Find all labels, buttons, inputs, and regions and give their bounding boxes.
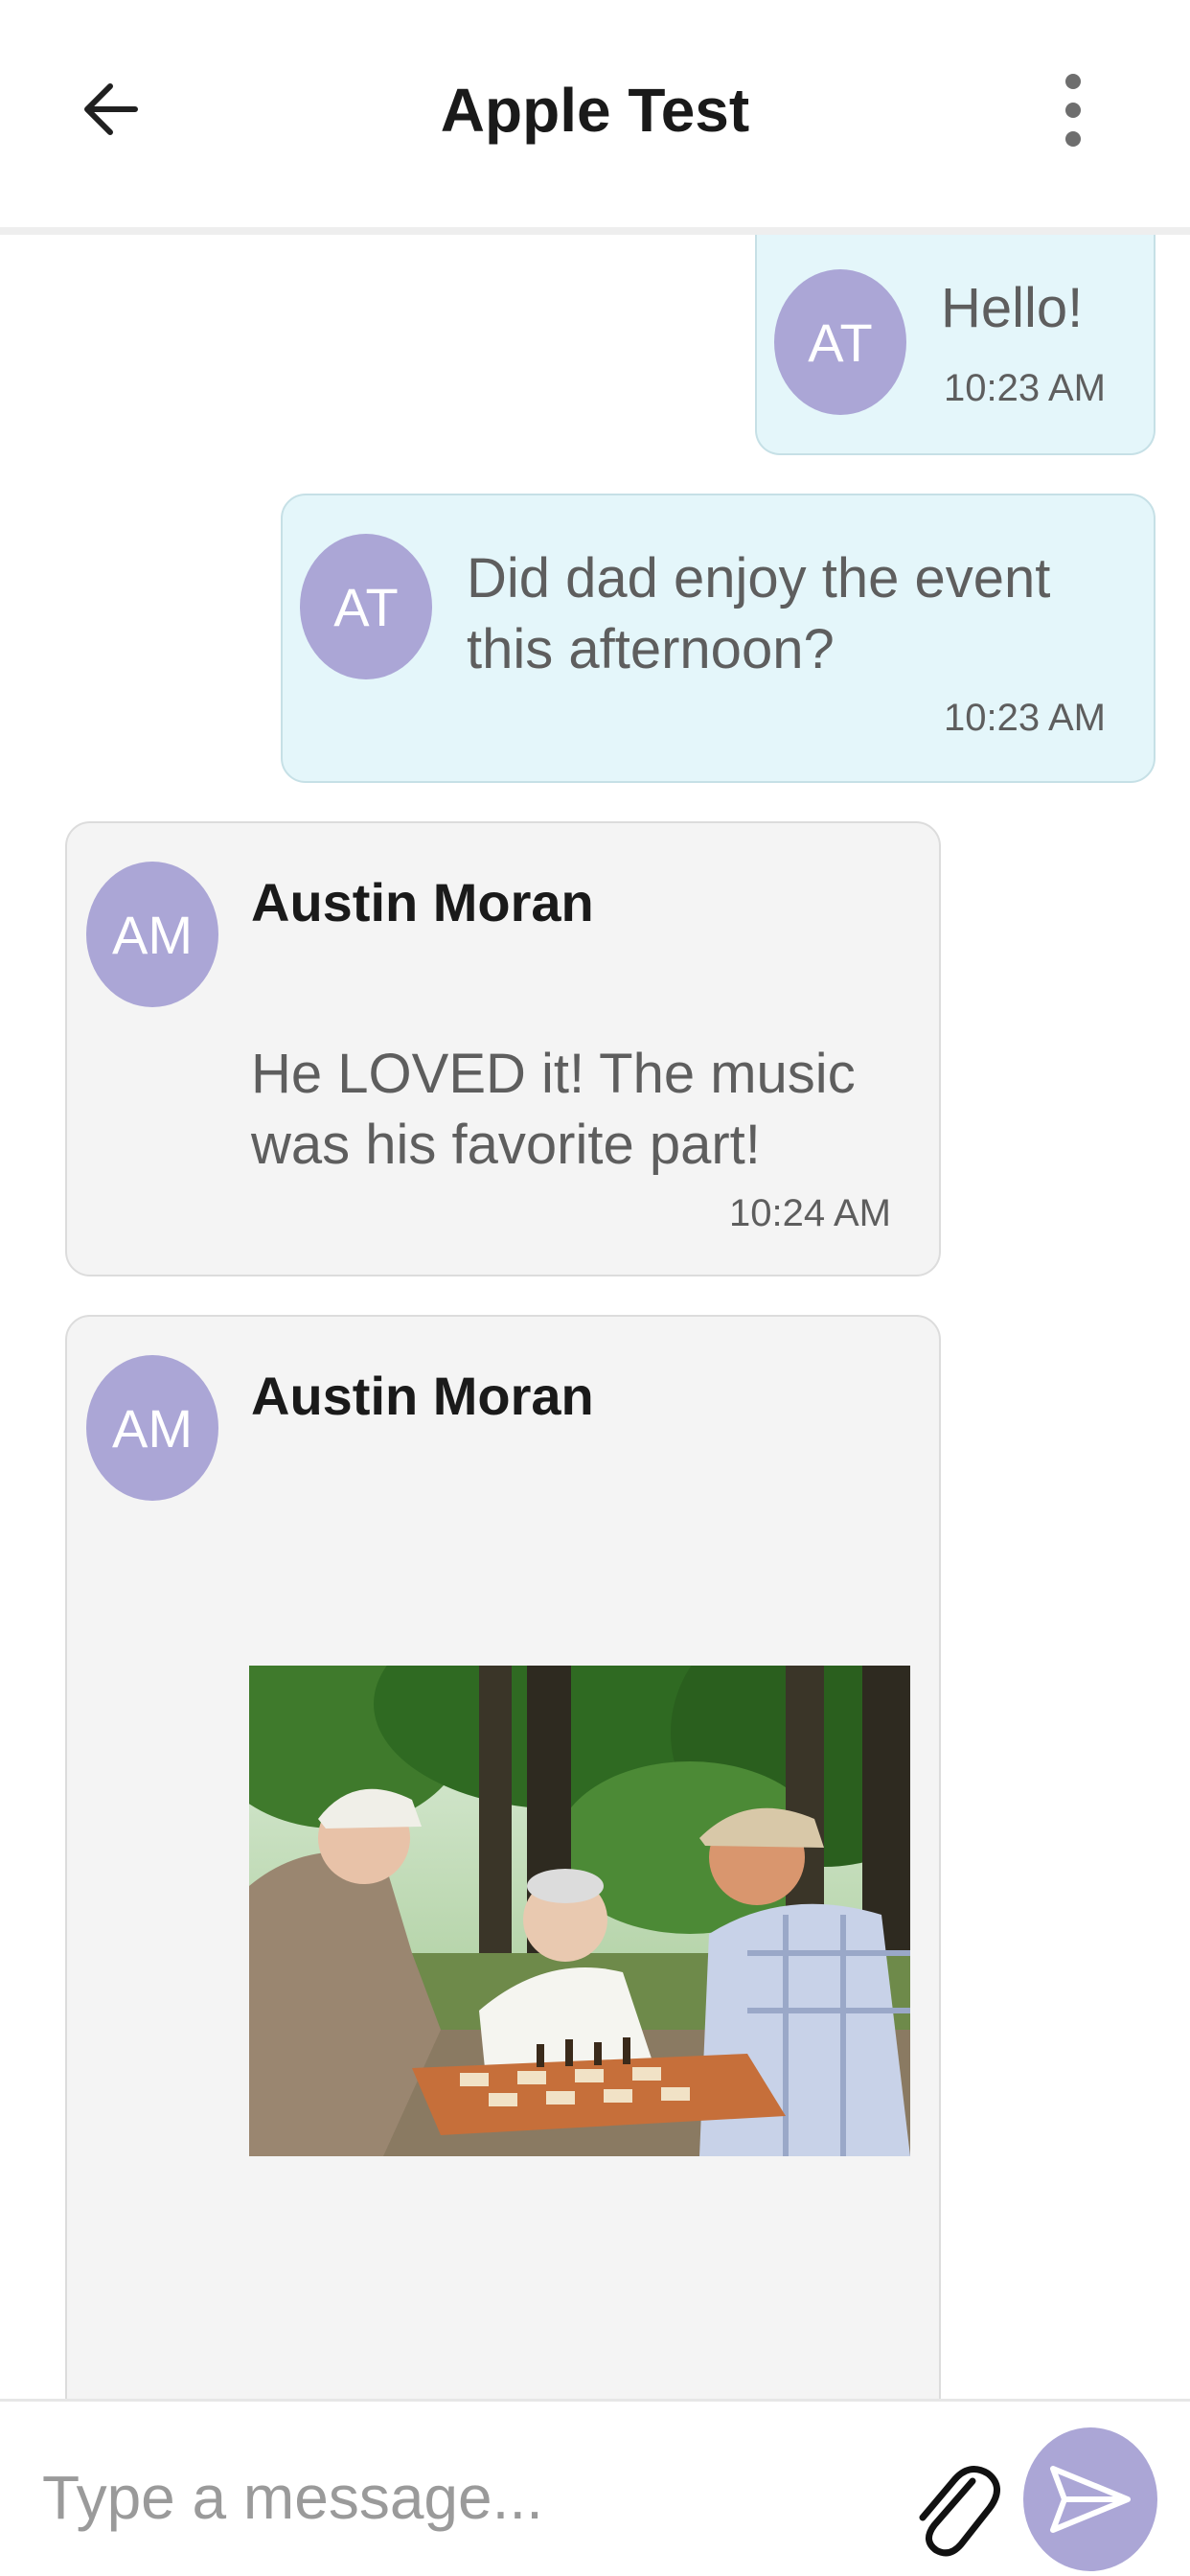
message-bubble-incoming[interactable]: AM Austin Moran He LOVED it! The music w… (65, 821, 941, 1276)
message-image[interactable] (249, 1666, 910, 2156)
conversation-title: Apple Test (440, 76, 750, 145)
message-text: Did dad enjoy the event this afternoon? (467, 547, 1051, 680)
avatar: AM (86, 1355, 218, 1501)
chess-photo-image (249, 1666, 910, 2156)
avatar: AT (774, 269, 906, 415)
paperclip-icon (919, 2466, 1000, 2557)
more-options-button[interactable] (1035, 67, 1111, 153)
send-button[interactable] (1023, 2427, 1157, 2571)
message-timestamp: 10:24 AM (728, 1192, 891, 1234)
message-timestamp: 10:23 AM (943, 367, 1106, 409)
message-text: He LOVED it! The music was his favorite … (251, 1043, 856, 1176)
message-composer (0, 2399, 1190, 2576)
avatar: AM (86, 862, 218, 1007)
message-input[interactable] (42, 2450, 885, 2545)
attach-button[interactable] (905, 2454, 1001, 2560)
message-bubble-outgoing[interactable]: AT Did dad enjoy the event this afternoo… (281, 494, 1156, 783)
more-vertical-icon (1065, 74, 1081, 147)
app-header: Apple Test (0, 0, 1190, 235)
message-timestamp: 10:23 AM (943, 697, 1106, 739)
avatar: AT (300, 534, 432, 679)
sender-name: Austin Moran (251, 1366, 594, 1426)
send-icon (1050, 2466, 1131, 2533)
message-bubble-outgoing[interactable]: AT Hello! 10:23 AM (755, 235, 1156, 455)
message-text: Hello! (941, 277, 1084, 339)
sender-name: Austin Moran (251, 872, 594, 932)
